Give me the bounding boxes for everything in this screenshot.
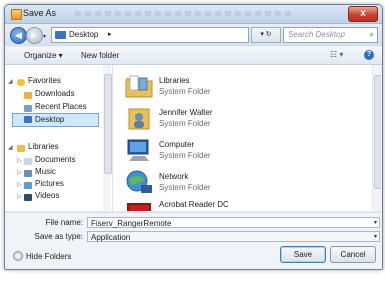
navigation-scrollbar-thumb[interactable] <box>104 74 112 174</box>
libraries-folder-icon <box>125 75 153 98</box>
pictures-expand-icon[interactable]: ▷ <box>17 181 22 188</box>
help-icon[interactable]: ? <box>364 50 374 60</box>
save-as-type-dropdown-icon[interactable]: ▾ <box>374 232 377 243</box>
file-name-label: File name: <box>45 218 83 227</box>
downloads-folder-icon <box>24 92 32 99</box>
file-type: System Folder <box>159 87 211 96</box>
file-type: System Folder <box>159 183 211 192</box>
list-item[interactable]: Jennifer Walter System Folder <box>123 103 363 135</box>
save-as-type-label: Save as type: <box>34 232 83 241</box>
file-name: Computer <box>159 140 195 149</box>
save-as-type-select[interactable]: Application ▾ <box>87 231 380 242</box>
navigation-pane: ◢ Favorites Downloads Recent Places Desk… <box>5 65 113 211</box>
breadcrumb-desktop[interactable]: Desktop <box>69 30 98 39</box>
desktop-icon <box>24 116 32 123</box>
favorites-expand-icon[interactable]: ◢ <box>8 78 13 85</box>
sidebar-item-recent-places[interactable]: Recent Places <box>35 101 87 113</box>
list-item[interactable]: Libraries System Folder <box>123 71 363 103</box>
file-name: Libraries <box>159 76 190 85</box>
blurred-title-area <box>75 11 295 16</box>
back-button[interactable]: ◀ <box>10 27 27 44</box>
file-name: Network <box>159 172 189 181</box>
desktop-folder-icon <box>55 31 66 39</box>
close-button[interactable]: x <box>348 6 378 22</box>
music-icon <box>24 170 32 177</box>
list-item[interactable]: Computer System Folder <box>123 135 363 167</box>
file-type: System Folder <box>159 119 211 128</box>
file-name: Jennifer Walter <box>159 108 213 117</box>
recent-places-icon <box>24 105 32 112</box>
navigation-scrollbar[interactable] <box>103 65 112 211</box>
search-input[interactable]: Search Desktop ⌕ <box>283 27 378 43</box>
user-folder-icon <box>128 108 150 130</box>
network-icon <box>126 170 152 193</box>
libraries-expand-icon[interactable]: ◢ <box>8 144 13 151</box>
documents-icon <box>24 158 32 165</box>
file-name: Acrobat Reader DC <box>159 200 229 209</box>
title-bar: Save As x <box>5 5 382 24</box>
search-placeholder: Search Desktop <box>288 30 345 39</box>
collapse-icon <box>13 251 23 261</box>
file-list: Libraries System Folder Jennifer Walter … <box>113 65 381 211</box>
address-bar: ◀ ▶ ▾ Desktop ▸ ▾ ↻ Search Desktop ⌕ <box>5 24 382 46</box>
videos-icon <box>24 194 32 201</box>
hide-folders-label: Hide Folders <box>26 252 72 261</box>
hide-folders-toggle[interactable]: Hide Folders <box>13 251 71 261</box>
sidebar-item-desktop[interactable]: Desktop <box>12 113 99 127</box>
save-as-type-value: Application <box>91 233 131 242</box>
search-icon[interactable]: ⌕ <box>370 30 374 40</box>
save-as-dialog: Save As x ◀ ▶ ▾ Desktop ▸ ▾ ↻ Search Des… <box>4 4 383 270</box>
command-toolbar: Organize ▾ New folder ☷ ▾ ? <box>5 47 382 65</box>
recent-locations-dropdown-icon[interactable]: ▾ <box>43 33 46 40</box>
star-icon <box>17 79 25 86</box>
breadcrumb[interactable]: Desktop ▸ <box>51 27 249 43</box>
music-expand-icon[interactable]: ▷ <box>17 169 22 176</box>
list-item[interactable]: Acrobat Reader DC <box>123 199 363 211</box>
save-as-icon <box>11 9 22 20</box>
list-item[interactable]: Network System Folder <box>123 167 363 199</box>
computer-icon <box>127 139 149 161</box>
file-name-field[interactable]: Fiserv_RangerRemote ▾ <box>87 217 380 228</box>
acrobat-icon <box>127 203 151 211</box>
file-name-value: Fiserv_RangerRemote <box>91 219 172 228</box>
pictures-icon <box>24 182 32 189</box>
file-name-dropdown-icon[interactable]: ▾ <box>374 218 377 229</box>
forward-button[interactable]: ▶ <box>26 27 43 44</box>
window-title: Save As <box>23 8 57 18</box>
cancel-button[interactable]: Cancel <box>330 246 376 263</box>
change-view-button[interactable]: ☷ ▾ <box>330 50 343 59</box>
new-folder-button[interactable]: New folder <box>81 51 119 60</box>
organize-button[interactable]: Organize ▾ <box>24 51 63 60</box>
sidebar-item-pictures[interactable]: Pictures <box>35 178 64 190</box>
file-list-scrollbar-thumb[interactable] <box>374 75 381 189</box>
sidebar-item-downloads[interactable]: Downloads <box>35 88 75 100</box>
sidebar-item-videos[interactable]: Videos <box>35 190 59 202</box>
libraries-icon <box>17 145 25 152</box>
sidebar-item-desktop-label: Desktop <box>35 115 65 124</box>
save-options: File name: Fiserv_RangerRemote ▾ Save as… <box>5 212 382 269</box>
sidebar-item-libraries[interactable]: Libraries <box>28 141 59 153</box>
breadcrumb-chevron-icon[interactable]: ▸ <box>108 30 112 38</box>
videos-expand-icon[interactable]: ▷ <box>17 193 22 200</box>
sidebar-item-documents[interactable]: Documents <box>35 154 75 166</box>
sidebar-item-favorites[interactable]: Favorites <box>28 75 61 87</box>
sidebar-item-music[interactable]: Music <box>35 166 56 178</box>
save-button[interactable]: Save <box>280 246 326 263</box>
documents-expand-icon[interactable]: ▷ <box>17 157 22 164</box>
file-list-scrollbar[interactable] <box>372 65 381 211</box>
refresh-button[interactable]: ▾ ↻ <box>251 27 281 43</box>
file-type: System Folder <box>159 151 211 160</box>
